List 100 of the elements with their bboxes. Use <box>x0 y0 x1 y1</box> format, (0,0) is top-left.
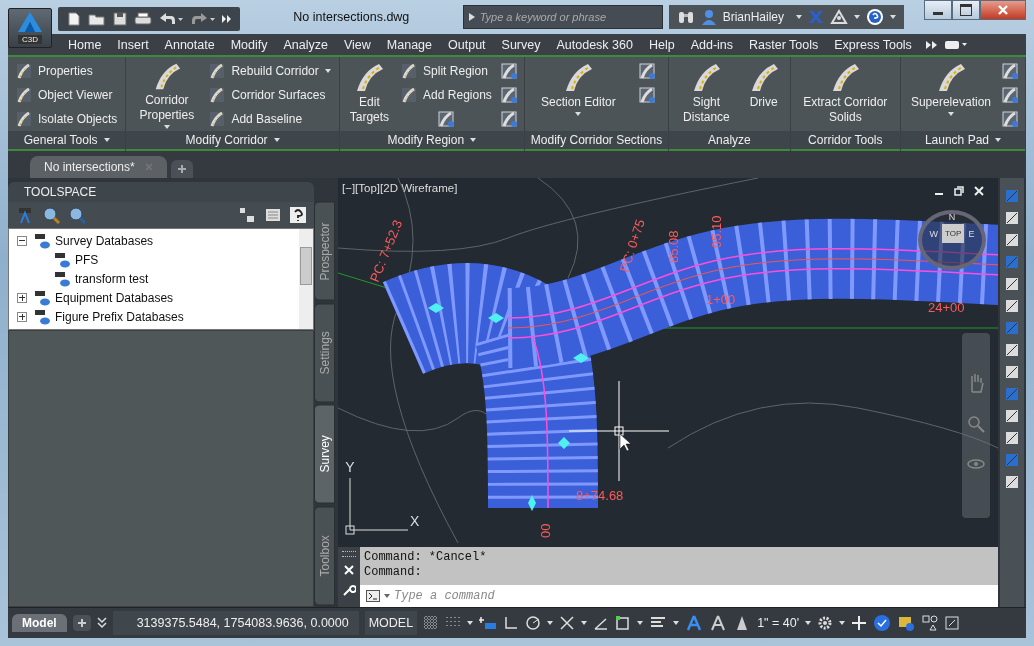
layout-tab[interactable]: Model <box>12 614 67 632</box>
annotation-scale[interactable]: 1" = 40' <box>757 616 800 630</box>
caret-icon[interactable] <box>890 15 896 19</box>
plus-icon[interactable] <box>851 615 868 631</box>
tool-icon[interactable] <box>1004 298 1020 314</box>
search-settings-icon[interactable] <box>68 206 86 224</box>
workspace-icon[interactable] <box>897 614 916 632</box>
save-icon[interactable] <box>112 11 128 27</box>
ribbon-tool-button[interactable]: Add Regions <box>399 83 494 107</box>
ribbon-tab[interactable]: Output <box>440 37 494 52</box>
tree-item[interactable]: PFS <box>75 252 99 267</box>
road-icon[interactable] <box>499 110 518 128</box>
ribbon-tab[interactable]: Modify <box>222 37 276 52</box>
search-icon[interactable] <box>42 206 60 224</box>
tool-icon[interactable] <box>1004 276 1020 292</box>
help-icon[interactable] <box>866 8 884 26</box>
angle-icon[interactable] <box>593 615 610 631</box>
binoculars-icon[interactable] <box>676 9 695 25</box>
new-tab-button[interactable] <box>170 160 193 178</box>
selection-box-icon[interactable] <box>615 615 632 631</box>
add-layout-button[interactable] <box>72 615 91 631</box>
object-snap-icon[interactable] <box>559 615 576 631</box>
survey-instrument-icon[interactable] <box>16 206 34 224</box>
caret-icon[interactable] <box>854 15 860 19</box>
side-tab[interactable]: Settings <box>314 303 335 402</box>
tree-item[interactable]: transform test <box>75 271 149 286</box>
ribbon-tool-button[interactable]: Properties <box>14 59 120 83</box>
zoom-icon[interactable] <box>967 415 985 433</box>
ribbon-tab[interactable]: Survey <box>493 37 549 52</box>
help-icon[interactable] <box>290 207 306 223</box>
ribbon-tab[interactable]: Insert <box>109 37 157 52</box>
maximize-button[interactable] <box>952 0 980 20</box>
ribbon-tab[interactable]: Manage <box>378 37 441 52</box>
annotation-icon[interactable] <box>685 614 704 632</box>
annotation-icon[interactable] <box>709 614 728 632</box>
dynamic-input-icon[interactable] <box>479 615 498 631</box>
expander-icon[interactable] <box>17 292 27 303</box>
road-icon[interactable] <box>638 62 657 80</box>
ribbon-tab[interactable]: Analyze <box>275 37 336 52</box>
expand-icon[interactable] <box>467 12 476 22</box>
road-icon[interactable] <box>1001 110 1019 128</box>
tree-item[interactable]: Figure Prefix Databases <box>55 309 184 324</box>
tool-icon[interactable] <box>1004 364 1020 380</box>
tool-icon[interactable] <box>1004 408 1020 424</box>
ribbon-tool-button[interactable]: Split Region <box>399 59 494 83</box>
close-button[interactable] <box>980 0 1026 20</box>
viewport-controls[interactable]: [−][Top][2D Wireframe] <box>342 182 458 194</box>
panel-title[interactable]: Modify Region <box>339 131 524 151</box>
document-tab[interactable]: No intersections* <box>30 156 167 178</box>
panel-title[interactable]: Launch Pad <box>900 131 1025 151</box>
road-icon[interactable] <box>499 62 518 80</box>
minimize-button[interactable] <box>924 0 952 20</box>
toggle-icon[interactable] <box>943 39 968 50</box>
new-file-icon[interactable] <box>66 11 82 27</box>
shapes-icon[interactable] <box>921 614 940 632</box>
gear-icon[interactable] <box>817 615 834 631</box>
prompt-icon[interactable] <box>366 590 380 602</box>
grid-icon[interactable] <box>423 615 440 631</box>
undo-icon[interactable] <box>158 11 184 27</box>
panel-title[interactable]: Modify Corridor <box>126 131 339 151</box>
tool-icon[interactable] <box>1004 430 1020 446</box>
more-icon[interactable] <box>222 14 232 24</box>
expander-icon[interactable] <box>17 235 27 246</box>
road-icon[interactable] <box>499 86 518 104</box>
ribbon-tab[interactable]: Express Tools <box>826 37 920 52</box>
road-icon[interactable] <box>638 86 657 104</box>
panel-title[interactable]: General Tools <box>8 131 126 151</box>
side-tab[interactable]: Toolbox <box>314 506 335 605</box>
tool-icon[interactable] <box>1004 232 1020 248</box>
ribbon-tab[interactable]: Help <box>640 37 683 52</box>
tool-icon[interactable] <box>1004 474 1020 490</box>
print-icon[interactable] <box>134 11 152 27</box>
polar-icon[interactable] <box>525 615 542 631</box>
tool-icon[interactable] <box>1004 210 1020 226</box>
ribbon-tool-button[interactable]: Object Viewer <box>14 83 120 107</box>
viewcube[interactable]: N W TOP E <box>918 210 986 270</box>
open-folder-icon[interactable] <box>88 11 106 27</box>
user-name[interactable]: BrianHailey <box>722 10 784 24</box>
road-icon[interactable] <box>1001 86 1019 104</box>
ribbon-tab[interactable]: Raster Tools <box>741 37 827 52</box>
ribbon-tool-button[interactable]: Drive <box>743 59 784 131</box>
tree-item[interactable]: Equipment Databases <box>55 290 174 305</box>
more-icon[interactable] <box>925 39 938 50</box>
search-field[interactable]: Type a keyword or phrase <box>479 11 650 23</box>
tree-item[interactable]: Survey Databases <box>55 233 154 248</box>
ribbon-tool-button[interactable]: Section Editor <box>530 59 626 131</box>
ribbon-tool-button[interactable]: Superelevation <box>906 59 995 131</box>
caret-icon[interactable] <box>796 15 802 19</box>
redo-icon[interactable] <box>190 11 216 27</box>
road-icon[interactable] <box>1001 62 1019 80</box>
tool-icon[interactable] <box>1004 342 1020 358</box>
maximize-icon[interactable] <box>945 616 960 630</box>
ribbon-tab[interactable]: View <box>335 37 379 52</box>
side-tab[interactable]: Prospector <box>314 202 335 301</box>
ribbon-tool-button[interactable]: Edit Targets <box>345 59 394 131</box>
search-box[interactable]: Type a keyword or phrase <box>462 5 663 29</box>
road-icon[interactable] <box>437 110 456 128</box>
ribbon-tool-button[interactable]: Corridor Surfaces <box>207 83 333 107</box>
ribbon-tab[interactable]: Autodesk 360 <box>548 37 641 52</box>
expander-icon[interactable] <box>17 311 27 322</box>
